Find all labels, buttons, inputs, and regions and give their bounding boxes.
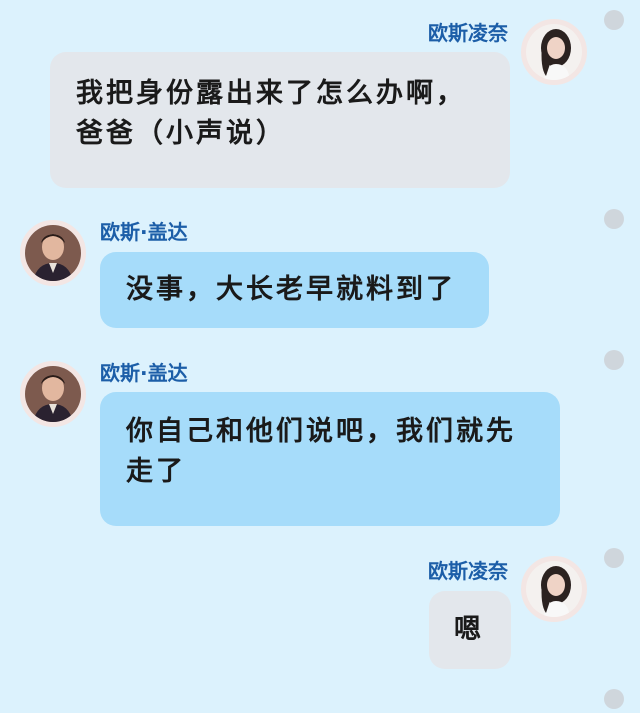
message-bubble[interactable]: 你自己和他们说吧，我们就先 走了 — [100, 392, 560, 526]
message-bubble[interactable]: 没事，大长老早就料到了 — [100, 252, 489, 328]
chat-screen: 欧斯凌奈 我把身份露出来了怎么办啊， 爸爸（小声说） 欧斯·盖达 没事，大长老早… — [0, 0, 640, 713]
sender-name: 欧斯·盖达 — [100, 361, 188, 385]
sender-name: 欧斯·盖达 — [100, 220, 188, 244]
message-text-line: 走了 — [126, 456, 186, 487]
message-bubble[interactable]: 嗯 — [429, 591, 511, 669]
message-text-line: 爸爸（小声说） — [76, 118, 286, 149]
message-text-line: 嗯 — [454, 614, 484, 645]
sender-name: 欧斯凌奈 — [428, 559, 508, 583]
scroll-indicator-dot — [604, 209, 624, 229]
scroll-indicator-dot — [604, 10, 624, 30]
girl-avatar-icon[interactable] — [521, 556, 587, 622]
scroll-indicator-dot — [604, 350, 624, 370]
message-text-line: 你自己和他们说吧，我们就先 — [126, 416, 516, 447]
man-avatar-icon[interactable] — [20, 220, 86, 286]
girl-avatar-icon[interactable] — [521, 19, 587, 85]
message-bubble[interactable]: 我把身份露出来了怎么办啊， 爸爸（小声说） — [50, 52, 510, 188]
message-text-line: 我把身份露出来了怎么办啊， — [76, 78, 466, 109]
message-text-line: 没事，大长老早就料到了 — [126, 274, 456, 305]
man-avatar-icon[interactable] — [20, 361, 86, 427]
scroll-indicator-dot — [604, 689, 624, 709]
sender-name: 欧斯凌奈 — [428, 21, 508, 45]
scroll-indicator-dot — [604, 548, 624, 568]
